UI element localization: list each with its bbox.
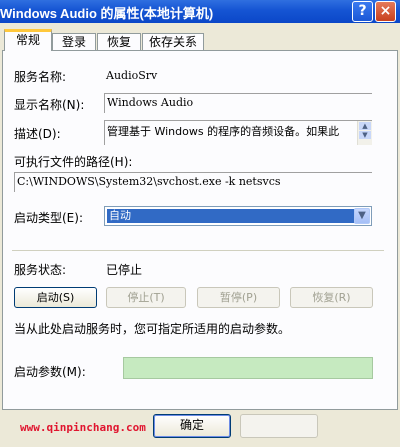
- description-text: 管理基于 Windows 的程序的音频设备。如果此: [107, 125, 340, 138]
- startup-type-label: 启动类型(E):: [14, 211, 83, 225]
- title-bar[interactable]: Windows Audio 的属性(本地计算机) ? ×: [0, 0, 400, 23]
- description-scrollbar[interactable]: ▲ ▼: [357, 121, 372, 145]
- scroll-down-icon[interactable]: ▼: [359, 131, 371, 139]
- description-label: 描述(D):: [14, 127, 61, 141]
- divider: [12, 250, 384, 251]
- tab-strip: 常规 登录 恢复 依存关系: [0, 29, 400, 51]
- service-name-value: AudioSrv: [106, 69, 158, 82]
- path-label: 可执行文件的路径(H):: [14, 155, 133, 169]
- params-hint: 当从此处启动服务时，您可指定所适用的启动参数。: [14, 322, 291, 336]
- path-field: C:\WINDOWS\System32\svchost.exe -k netsv…: [14, 172, 372, 192]
- scroll-up-icon[interactable]: ▲: [359, 122, 371, 130]
- stop-button[interactable]: 停止(T): [106, 287, 186, 308]
- help-icon: ?: [358, 3, 367, 19]
- tab-logon[interactable]: 登录: [52, 33, 96, 51]
- display-name-field[interactable]: Windows Audio: [104, 93, 372, 113]
- pause-button[interactable]: 暂停(P): [197, 287, 280, 308]
- ok-button[interactable]: 确定: [153, 414, 231, 438]
- display-name-label: 显示名称(N):: [14, 98, 85, 112]
- start-button[interactable]: 启动(S): [14, 287, 97, 308]
- cancel-button[interactable]: [240, 414, 318, 438]
- service-name-label: 服务名称:: [14, 70, 67, 84]
- close-icon: ×: [379, 3, 392, 19]
- startup-type-select[interactable]: 自动 ▼: [104, 206, 372, 226]
- params-input[interactable]: [123, 357, 373, 379]
- tab-general[interactable]: 常规: [4, 29, 52, 51]
- tab-recovery[interactable]: 恢复: [97, 33, 141, 51]
- watermark-link: www.qinpinchang.com: [20, 421, 146, 434]
- description-field[interactable]: 管理基于 Windows 的程序的音频设备。如果此 ▲ ▼: [104, 120, 372, 145]
- tab-dependencies[interactable]: 依存关系: [142, 33, 204, 51]
- startup-type-value: 自动: [107, 209, 355, 223]
- help-button[interactable]: ?: [352, 1, 373, 22]
- service-status-value: 已停止: [106, 263, 143, 277]
- service-status-label: 服务状态:: [14, 263, 67, 277]
- window-title: Windows Audio 的属性(本地计算机): [0, 6, 214, 21]
- close-button[interactable]: ×: [375, 1, 396, 22]
- resume-button[interactable]: 恢复(R): [290, 287, 373, 308]
- chevron-down-icon[interactable]: ▼: [354, 208, 370, 224]
- params-label: 启动参数(M):: [14, 365, 86, 379]
